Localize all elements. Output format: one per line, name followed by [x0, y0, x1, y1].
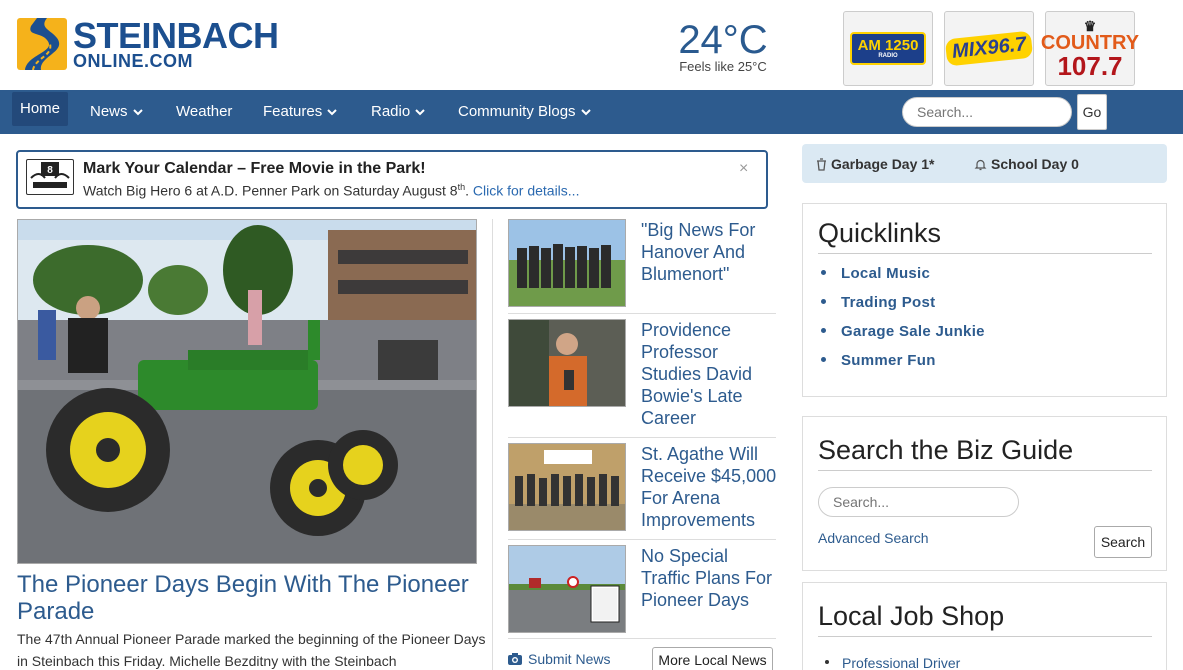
news-separator — [508, 313, 776, 314]
quicklinks-heading: Quicklinks — [818, 218, 942, 248]
news-thumbnail[interactable] — [508, 219, 626, 307]
site-logo[interactable]: STEINBACH ONLINE.COM — [17, 18, 279, 70]
feature-headline[interactable]: The Pioneer Days Begin With The Pioneer … — [17, 571, 487, 625]
heading-rule — [818, 636, 1152, 637]
quicklinks-widget: Quicklinks Local Music Trading Post Gara… — [802, 203, 1167, 397]
nav-weather-label: Weather — [176, 103, 233, 120]
bullet — [821, 298, 826, 304]
alert-body-text: Watch Big Hero 6 at A.D. Penner Park on … — [83, 182, 458, 199]
garbage-day-label: Garbage Day 1* — [831, 156, 935, 172]
station-country1077[interactable]: ♛ COUNTRY 107.7 — [1041, 11, 1139, 86]
station-mix967[interactable]: MIX96.7 — [944, 11, 1034, 86]
alert-body-sup: th — [457, 182, 466, 192]
steinbach-logo-icon: 8 — [26, 159, 74, 195]
quicklink-trading-post[interactable]: Trading Post — [821, 294, 935, 311]
bell-icon — [974, 159, 987, 170]
garbage-day[interactable]: Garbage Day 1* — [816, 156, 935, 172]
quicklink-label: Local Music — [841, 265, 931, 282]
nav-radio[interactable]: Radio — [371, 90, 425, 134]
chevron-down-icon — [132, 109, 143, 116]
nav-news[interactable]: News — [90, 90, 143, 134]
job-listing-label: Professional Driver — [842, 655, 961, 670]
logo-text: STEINBACH ONLINE.COM — [73, 15, 279, 71]
country-frequency: 107.7 — [1057, 50, 1123, 81]
submit-news-link[interactable]: Submit News — [508, 651, 610, 667]
bullet — [821, 356, 826, 362]
submit-news-label: Submit News — [528, 651, 611, 667]
biz-guide-search-input[interactable] — [818, 487, 1019, 517]
news-thumbnail[interactable] — [508, 319, 626, 407]
bullet — [825, 660, 829, 665]
am1250-logo: AM 1250 RADIO — [849, 32, 927, 65]
site-header: STEINBACH ONLINE.COM 24°C Feels like 25°… — [0, 0, 1183, 90]
chevron-down-icon — [327, 109, 337, 116]
alert-details-link[interactable]: Click for details... — [469, 183, 580, 199]
feature-summary: The 47th Annual Pioneer Parade marked th… — [17, 631, 486, 669]
job-shop-widget: Local Job Shop Professional Driver — [802, 582, 1167, 670]
alert-title: Mark Your Calendar – Free Movie in the P… — [83, 160, 426, 177]
news-thumbnail[interactable] — [508, 545, 626, 633]
crown-icon: ♛ — [1083, 17, 1097, 34]
am1250-label: AM 1250 — [857, 37, 919, 54]
advanced-search-link[interactable]: Advanced Search — [818, 530, 929, 546]
quicklink-label: Trading Post — [841, 294, 936, 311]
nav-radio-label: Radio — [371, 103, 411, 120]
info-bar: Garbage Day 1* School Day 0 — [802, 144, 1167, 183]
news-headline[interactable]: St. Agathe Will Receive $45,000 For Aren… — [641, 443, 781, 531]
trash-icon — [817, 157, 826, 171]
nav-home-label: Home — [20, 100, 61, 117]
station-am1250[interactable]: AM 1250 RADIO — [843, 11, 933, 86]
heading-rule — [818, 470, 1152, 471]
more-local-news-button[interactable]: More Local News — [652, 647, 773, 670]
close-icon[interactable]: × — [739, 160, 748, 178]
biz-guide-search-button[interactable]: Search — [1094, 526, 1152, 558]
nav-news-label: News — [90, 103, 128, 120]
logo-road-icon — [17, 18, 67, 70]
column-divider — [492, 219, 493, 670]
feature-photo-tractor[interactable] — [17, 219, 477, 564]
bullet — [821, 327, 826, 333]
nav-go-button[interactable]: Go — [1077, 94, 1107, 130]
news-separator — [508, 638, 776, 639]
news-headline[interactable]: Providence Professor Studies David Bowie… — [641, 319, 781, 429]
quicklink-label: Garage Sale Junkie — [841, 323, 985, 340]
nav-features-label: Features — [263, 103, 323, 120]
biz-guide-widget: Search the Biz Guide Advanced Search Sea… — [802, 416, 1167, 571]
news-headline[interactable]: "Big News For Hanover And Blumenort" — [641, 219, 781, 285]
event-alert-banner[interactable]: 8 Mark Your Calendar – Free Movie in the… — [16, 150, 768, 209]
country-label: COUNTRY — [1040, 31, 1140, 54]
quicklink-garage-sale-junkie[interactable]: Garage Sale Junkie — [821, 323, 985, 340]
nav-weather[interactable]: Weather — [176, 90, 232, 134]
news-thumbnail[interactable] — [508, 443, 626, 531]
quicklink-label: Summer Fun — [841, 352, 936, 369]
country1077-logo: ♛ COUNTRY 107.7 — [1041, 19, 1139, 79]
mix967-logo: MIX96.7 — [944, 30, 1034, 67]
weather-temp: 24°C — [678, 18, 768, 62]
bullet — [821, 269, 826, 275]
quicklink-local-music[interactable]: Local Music — [821, 265, 930, 282]
chevron-down-icon — [415, 109, 425, 116]
news-separator — [508, 539, 776, 540]
nav-community-blogs-label: Community Blogs — [458, 103, 576, 120]
nav-home[interactable]: Home — [12, 92, 69, 126]
weather-widget[interactable]: 24°C Feels like 25°C — [660, 20, 786, 74]
school-day-label: School Day 0 — [991, 156, 1079, 172]
job-shop-heading: Local Job Shop — [818, 601, 1005, 631]
quicklink-summer-fun[interactable]: Summer Fun — [821, 352, 936, 369]
nav-features[interactable]: Features — [263, 90, 337, 134]
news-separator — [508, 437, 776, 438]
nav-search-input[interactable] — [902, 97, 1072, 127]
news-headline[interactable]: No Special Traffic Plans For Pioneer Day… — [641, 545, 781, 611]
school-day[interactable]: School Day 0 — [974, 156, 1079, 172]
biz-guide-heading: Search the Biz Guide — [818, 435, 1074, 465]
nav-community-blogs[interactable]: Community Blogs — [458, 90, 591, 134]
logo-line1: STEINBACH — [73, 15, 279, 56]
svg-text:8: 8 — [47, 165, 53, 176]
chevron-down-icon — [580, 109, 591, 116]
job-listing[interactable]: Professional Driver — [825, 655, 960, 670]
camera-icon — [508, 653, 522, 665]
heading-rule — [818, 253, 1152, 254]
alert-body: Watch Big Hero 6 at A.D. Penner Park on … — [83, 182, 579, 199]
